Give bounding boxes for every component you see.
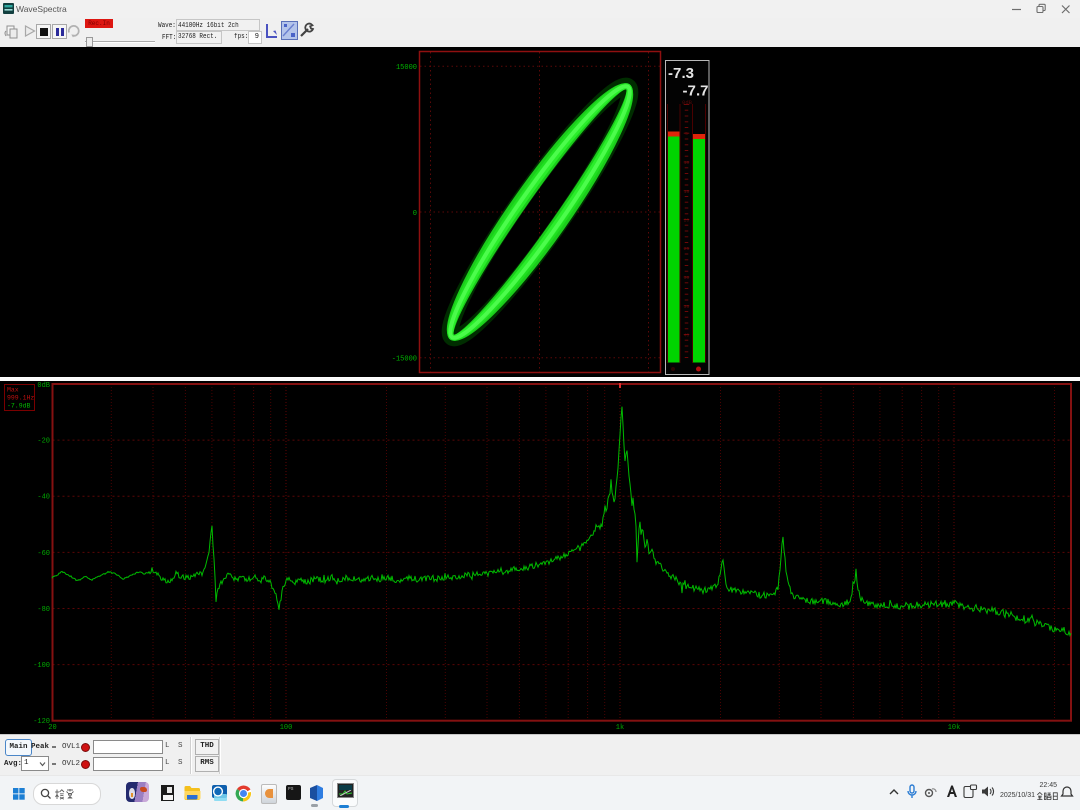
svg-text:0: 0: [413, 210, 417, 218]
svg-text:-60: -60: [37, 550, 50, 558]
svg-text:25: 25: [684, 246, 690, 252]
svg-text:10: 10: [684, 160, 690, 166]
svg-text:100: 100: [280, 724, 293, 732]
svg-text:-80: -80: [37, 606, 50, 614]
svg-text:-7.3: -7.3: [668, 65, 694, 82]
svg-text:15: 15: [684, 189, 690, 195]
svg-text:-7.7: -7.7: [683, 83, 709, 100]
svg-text:10k: 10k: [948, 724, 961, 732]
svg-text:999.1Hz: 999.1Hz: [7, 395, 34, 402]
svg-text:35: 35: [684, 304, 690, 310]
svg-text:20: 20: [48, 724, 56, 732]
svg-text:15000: 15000: [396, 64, 417, 72]
svg-text:20: 20: [684, 218, 690, 224]
svg-text:-7.9dB: -7.9dB: [7, 403, 31, 410]
svg-text:-20: -20: [37, 438, 50, 446]
svg-text:-40: -40: [37, 494, 50, 502]
svg-text:5: 5: [685, 131, 688, 137]
svg-text:40: 40: [684, 333, 690, 339]
svg-text:Max: Max: [7, 387, 19, 394]
svg-text:-15000: -15000: [392, 356, 417, 364]
svg-text:1k: 1k: [616, 724, 624, 732]
svg-text:-100: -100: [33, 662, 50, 670]
svg-text:0dB: 0dB: [37, 382, 50, 390]
svg-text:30: 30: [684, 275, 690, 281]
